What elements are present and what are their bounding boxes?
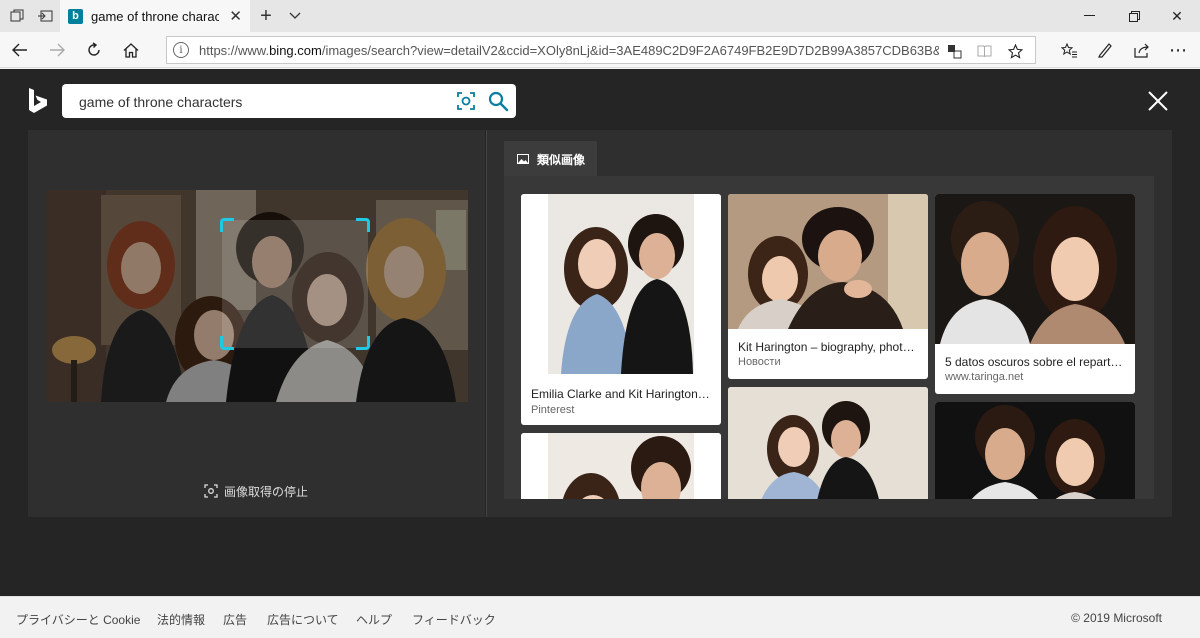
result-thumbnail	[935, 194, 1135, 344]
query-photo[interactable]	[46, 190, 468, 402]
footer-link-feedback[interactable]: フィードバック	[412, 611, 496, 628]
tab-similar-images[interactable]: 類似画像	[504, 141, 597, 177]
crop-handle-top-left[interactable]	[220, 218, 234, 232]
search-box[interactable]: game of throne characters	[62, 84, 516, 118]
visual-search-small-icon	[204, 484, 218, 498]
similar-images-grid: Emilia Clarke and Kit Harington -... Pin…	[504, 176, 1154, 499]
tab-actions-icon[interactable]	[2, 0, 32, 32]
result-source: Pinterest	[531, 404, 575, 416]
footer-link-help[interactable]: ヘルプ	[356, 611, 392, 628]
tab-close-icon[interactable]: ✕	[229, 7, 242, 25]
result-thumbnail	[935, 402, 1135, 499]
refresh-icon[interactable]	[76, 32, 112, 68]
crop-selection-box[interactable]	[220, 218, 370, 350]
query-image-panel: 画像取得の停止	[28, 130, 485, 517]
restore-icon[interactable]	[1111, 0, 1157, 32]
result-source: Новости	[738, 356, 781, 368]
result-caption: Emilia Clarke and Kit Harington -...	[531, 387, 711, 401]
stop-image-capture-button[interactable]: 画像取得の停止	[204, 483, 308, 499]
browser-tab-bar: b game of throne charact ✕ + ✕	[0, 0, 1200, 32]
similar-images-panel: 類似画像 Emilia Clarke and Kit Harington -..…	[487, 130, 1172, 517]
site-info-icon[interactable]: i	[173, 42, 189, 58]
browser-nav-bar: i https://www.bing.com/images/search?vie…	[0, 32, 1200, 68]
search-input[interactable]: game of throne characters	[79, 94, 242, 110]
result-thumbnail	[728, 194, 928, 329]
image-icon	[517, 154, 529, 164]
copyright: © 2019 Microsoft	[1071, 611, 1162, 625]
tab-active[interactable]: b game of throne charact ✕	[60, 0, 250, 32]
result-source: www.taringa.net	[945, 371, 1024, 383]
more-menu-icon[interactable]: ⋯	[1160, 32, 1196, 68]
forward-icon[interactable]	[39, 32, 75, 68]
result-card[interactable]	[935, 402, 1135, 499]
translate-icon[interactable]	[943, 40, 965, 62]
result-thumbnail	[521, 433, 721, 499]
address-bar[interactable]: i https://www.bing.com/images/search?vie…	[166, 36, 1036, 64]
crop-handle-bottom-right[interactable]	[356, 336, 370, 350]
stop-capture-label: 画像取得の停止	[224, 484, 309, 499]
minimize-icon[interactable]	[1066, 0, 1112, 32]
visual-search-icon[interactable]	[456, 91, 476, 111]
footer-link-about-ads[interactable]: 広告について	[267, 611, 339, 628]
result-thumbnail	[728, 387, 928, 499]
tab-title: game of throne charact	[91, 8, 219, 24]
favorites-hub-icon[interactable]	[1051, 32, 1087, 68]
result-card[interactable]	[728, 387, 928, 499]
result-card[interactable]: 5 datos oscuros sobre el reparto ... www…	[935, 194, 1135, 394]
crop-handle-top-right[interactable]	[356, 218, 370, 232]
page-footer: プライバシーと Cookie 法的情報 広告 広告について ヘルプ フィードバッ…	[0, 596, 1200, 638]
footer-link-privacy[interactable]: プライバシーと Cookie	[16, 611, 140, 628]
url-prefix: https://www.	[199, 43, 270, 58]
close-viewer-icon[interactable]	[1144, 87, 1172, 115]
result-card[interactable]	[521, 433, 721, 499]
tab-similar-images-label: 類似画像	[537, 152, 586, 167]
result-caption: 5 datos oscuros sobre el reparto ...	[945, 355, 1125, 369]
share-icon[interactable]	[1124, 32, 1160, 68]
url-rest: /images/search?view=detailV2&ccid=XOly8n…	[321, 43, 939, 58]
bing-logo-icon[interactable]	[27, 87, 49, 115]
result-caption: Kit Harington – biography, photos...	[738, 340, 918, 354]
window-close-icon[interactable]: ✕	[1154, 0, 1200, 32]
add-notes-icon[interactable]	[1087, 32, 1123, 68]
set-tabs-aside-icon[interactable]	[30, 0, 60, 32]
result-thumbnail	[521, 194, 721, 374]
bing-favicon-icon: b	[68, 8, 83, 24]
url-text[interactable]: https://www.bing.com/images/search?view=…	[199, 43, 939, 58]
footer-link-legal[interactable]: 法的情報	[157, 611, 205, 628]
result-card[interactable]: Kit Harington – biography, photos... Нов…	[728, 194, 928, 379]
new-tab-icon[interactable]: +	[251, 0, 281, 32]
reading-view-icon[interactable]	[973, 40, 995, 62]
footer-link-ads[interactable]: 広告	[223, 611, 247, 628]
crop-highlight	[222, 220, 368, 348]
search-icon[interactable]	[487, 90, 509, 112]
result-card[interactable]: Emilia Clarke and Kit Harington -... Pin…	[521, 194, 721, 425]
bing-visual-search-page: game of throne characters 画像取得の停止 類似画像 E…	[0, 69, 1200, 596]
favorite-star-icon[interactable]	[1004, 40, 1026, 62]
home-icon[interactable]	[113, 32, 149, 68]
back-icon[interactable]	[2, 32, 38, 68]
url-host: bing.com	[269, 43, 322, 58]
crop-handle-bottom-left[interactable]	[220, 336, 234, 350]
tab-preview-chevron-icon[interactable]	[280, 0, 310, 32]
